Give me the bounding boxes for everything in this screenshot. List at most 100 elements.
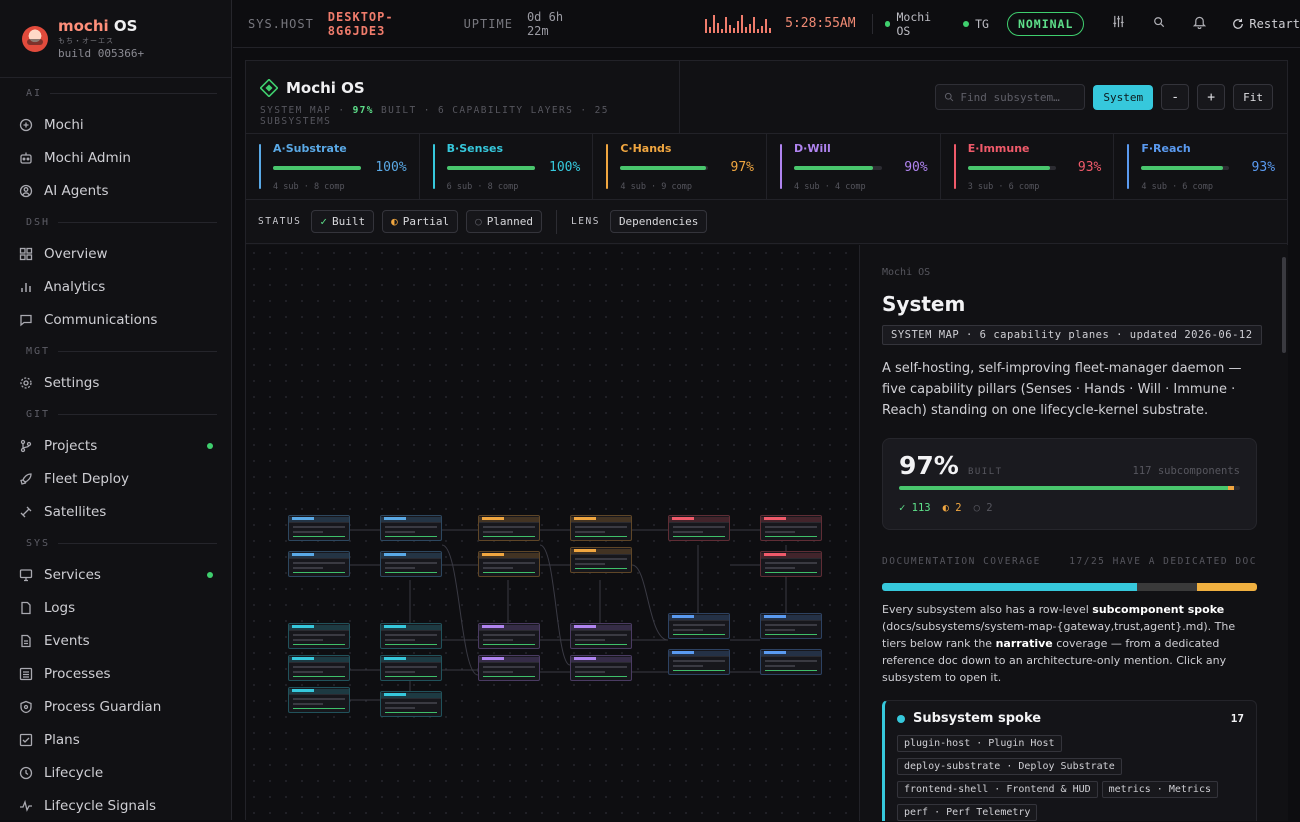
subsystem-node[interactable] (380, 691, 442, 717)
map-header: Mochi OS SYSTEM MAP · 97% BUILT · 6 CAPA… (246, 61, 1287, 134)
sliders-icon[interactable] (1112, 15, 1125, 32)
subsystem-node[interactable] (380, 655, 442, 681)
detail-description: A self-hosting, self-improving fleet-man… (882, 361, 1242, 418)
sidebar-item-services[interactable]: Services (0, 558, 231, 591)
sidebar-item-satellites[interactable]: Satellites (0, 495, 231, 528)
subsystem-node[interactable] (570, 547, 632, 573)
restart-button[interactable]: Restart (1232, 17, 1300, 31)
sidebar-item-processes[interactable]: Processes (0, 657, 231, 690)
layer-percent: 93% (1251, 160, 1276, 175)
sidebar-item-label: Fleet Deploy (44, 470, 129, 487)
detail-panel: Mochi OS System SYSTEM MAP · 6 capabilit… (859, 245, 1288, 821)
bell-icon[interactable] (1193, 15, 1207, 33)
subsystem-node[interactable] (668, 613, 730, 639)
subsystem-spoke-card[interactable]: Subsystem spoke 17 plugin-host · Plugin … (882, 700, 1257, 821)
sidebar-item-events[interactable]: Events (0, 624, 231, 657)
search-icon[interactable] (1153, 16, 1165, 32)
sidebar-item-lifecycle[interactable]: Lifecycle (0, 756, 231, 789)
zoom-out-button[interactable]: - (1161, 84, 1190, 110)
empty-circle-icon: ○ (475, 215, 482, 228)
divider (871, 13, 873, 34)
dependency-graph-canvas[interactable] (246, 245, 859, 821)
layer-card-hands[interactable]: C·Hands 97% 4 sub · 9 comp (593, 134, 768, 199)
lens-dependencies-chip[interactable]: Dependencies (609, 210, 708, 233)
layer-card-will[interactable]: D·Will 90% 4 sub · 4 comp (767, 134, 941, 199)
sidebar-item-overview[interactable]: Overview (0, 237, 231, 270)
subsystem-node[interactable] (288, 687, 350, 713)
scrollbar[interactable] (1282, 257, 1286, 353)
sidebar-item-mochi-admin[interactable]: Mochi Admin (0, 141, 231, 174)
page-title: Mochi OS (260, 79, 665, 97)
topbar: SYS.HOST DESKTOP-8G6JDE3 UPTIME 0d 6h 22… (233, 0, 1300, 48)
subsystem-node[interactable] (668, 649, 730, 675)
subsystem-node[interactable] (288, 655, 350, 681)
bar-chart-icon (18, 279, 34, 295)
sidebar-item-process-guardian[interactable]: Process Guardian (0, 690, 231, 723)
sidebar-item-communications[interactable]: Communications (0, 303, 231, 336)
layer-meta: 4 sub · 9 comp (620, 182, 692, 192)
subsystem-node[interactable] (478, 655, 540, 681)
brand: mochi OS もち・オーエス build 005366+ (0, 0, 231, 78)
layer-card-reach[interactable]: F·Reach 93% 4 sub · 6 comp (1114, 134, 1287, 199)
search-input[interactable]: Find subsystem… (935, 84, 1086, 110)
spoke-chip[interactable]: deploy-substrate · Deploy Substrate (897, 758, 1122, 775)
spoke-chip[interactable]: metrics · Metrics (1101, 781, 1218, 798)
sidebar-item-fleet-deploy[interactable]: Fleet Deploy (0, 462, 231, 495)
sparkline-bar (769, 27, 772, 33)
subsystem-node[interactable] (380, 515, 442, 541)
subsystem-node[interactable] (760, 613, 822, 639)
subsystem-node[interactable] (570, 655, 632, 681)
subsystem-node[interactable] (760, 515, 822, 541)
detail-title: System (882, 292, 966, 316)
subsystem-node[interactable] (478, 515, 540, 541)
spoke-chip[interactable]: perf · Perf Telemetry (897, 804, 1038, 821)
layer-card-senses[interactable]: B·Senses 100% 6 sub · 8 comp (420, 134, 594, 199)
layer-card-immune[interactable]: E·Immune 93% 3 sub · 6 comp (941, 134, 1115, 199)
layer-progress-track (967, 165, 1056, 170)
filter-partial-chip[interactable]: ◐ Partial (382, 210, 459, 233)
file-icon (18, 600, 34, 616)
sidebar-item-settings[interactable]: Settings (0, 366, 231, 399)
fit-button[interactable]: Fit (1233, 84, 1273, 110)
clock: 5:28:55AM (785, 16, 856, 31)
sidebar-item-ai-agents[interactable]: AI Agents (0, 174, 231, 207)
subsystem-node[interactable] (288, 515, 350, 541)
system-button[interactable]: System (1093, 84, 1154, 110)
map-controls: Find subsystem… System - + Fit (680, 61, 1287, 133)
spoke-chip[interactable]: plugin-host · Plugin Host (897, 735, 1062, 752)
layer-meta: 3 sub · 6 comp (967, 182, 1040, 192)
filter-built-chip[interactable]: ✓ Built (311, 210, 375, 233)
document-icon (18, 633, 34, 649)
sidebar-item-logs[interactable]: Logs (0, 591, 231, 624)
filter-planned-chip[interactable]: ○ Planned (466, 210, 543, 233)
subsystem-node[interactable] (380, 551, 442, 577)
sparkline-bar (725, 16, 728, 33)
subsystem-node[interactable] (570, 623, 632, 649)
brand-title: mochi OS (58, 17, 138, 35)
zoom-in-button[interactable]: + (1197, 84, 1226, 110)
subsystem-node[interactable] (288, 623, 350, 649)
subsystem-node[interactable] (760, 649, 822, 675)
layer-percent: 100% (549, 160, 581, 175)
layer-card-substrate[interactable]: A·Substrate 100% 4 sub · 8 comp (246, 134, 420, 199)
sidebar-item-projects[interactable]: Projects (0, 429, 231, 462)
sidebar: mochi OS もち・オーエス build 005366+ AI Mochi Mo… (0, 0, 232, 820)
sidebar-item-plans[interactable]: Plans (0, 723, 231, 756)
layer-accent-bar (780, 144, 783, 189)
subsystem-node[interactable] (760, 551, 822, 577)
sidebar-item-lifecycle-signals[interactable]: Lifecycle Signals (0, 789, 231, 822)
nav-section-ai: AI (0, 78, 231, 108)
subsystem-node[interactable] (570, 515, 632, 541)
sidebar-item-mochi[interactable]: Mochi (0, 108, 231, 141)
subsystem-node[interactable] (478, 551, 540, 577)
spoke-chip[interactable]: frontend-shell · Frontend & HUD (897, 781, 1098, 798)
subsystem-node[interactable] (288, 551, 350, 577)
subsystem-node[interactable] (380, 623, 442, 649)
sparkline-bar (729, 24, 732, 33)
status-pill-tg[interactable]: TG (963, 17, 989, 31)
status-pill-mochi[interactable]: Mochi OS (884, 10, 952, 38)
checklist-icon (18, 732, 34, 748)
subsystem-node[interactable] (478, 623, 540, 649)
sidebar-item-analytics[interactable]: Analytics (0, 270, 231, 303)
subsystem-node[interactable] (668, 515, 730, 541)
